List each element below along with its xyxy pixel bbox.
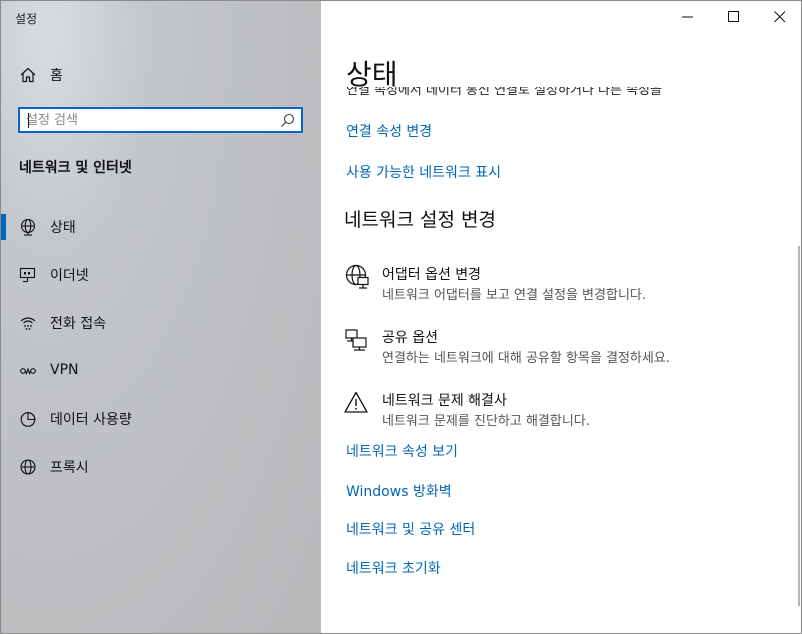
sidebar-item-proxy[interactable]: 프록시 [1, 448, 321, 484]
sidebar-item-ethernet[interactable]: 이더넷 [1, 256, 321, 292]
option-description: 네트워크 어댑터를 보고 연결 설정을 변경합니다. [382, 288, 646, 303]
sidebar-item-data-usage[interactable]: 데이터 사용량 [1, 400, 321, 436]
home-label: 홈 [50, 68, 63, 84]
minimize-button[interactable] [665, 1, 711, 33]
search-input[interactable] [26, 111, 276, 129]
scrollbar[interactable] [798, 246, 800, 606]
globe-icon [20, 459, 36, 475]
section-heading: 네트워크 설정 변경 [344, 209, 496, 231]
sidebar: 설정 홈 네트워크 및 인터넷 상태 [1, 1, 321, 633]
close-icon [774, 11, 786, 23]
sidebar-item-status[interactable]: 상태 [1, 208, 321, 244]
network-troubleshooter[interactable]: 네트워크 문제 해결사 네트워크 문제를 진단하고 해결합니다. [344, 390, 784, 436]
minimize-icon [682, 16, 693, 18]
change-connection-properties-link[interactable]: 연결 속성 변경 [346, 121, 432, 141]
text-caret [28, 113, 29, 128]
option-title: 네트워크 문제 해결사 [382, 393, 507, 409]
search-icon[interactable] [280, 113, 295, 128]
sidebar-item-label: 프록시 [50, 460, 89, 476]
home-nav-item[interactable]: 홈 [1, 61, 321, 89]
maximize-button[interactable] [711, 1, 757, 33]
sidebar-item-label: 데이터 사용량 [50, 412, 132, 428]
close-button[interactable] [757, 1, 801, 33]
main-content: 상태 연결 속성에서 데이터 통신 연결로 설정하거나 다른 속성을 변경할 수… [322, 1, 801, 633]
option-description: 연결하는 네트워크에 대해 공유할 항목을 결정하세요. [382, 351, 670, 366]
warning-icon [344, 391, 368, 413]
sidebar-item-label: 전화 접속 [50, 316, 106, 332]
network-sharing-center-link[interactable]: 네트워크 및 공유 센터 [346, 519, 475, 539]
change-adapter-options[interactable]: 어댑터 옵션 변경 네트워크 어댑터를 보고 연결 설정을 변경합니다. [344, 264, 784, 310]
sharing-options[interactable]: 공유 옵션 연결하는 네트워크에 대해 공유할 항목을 결정하세요. [344, 327, 784, 373]
sidebar-section-title: 네트워크 및 인터넷 [19, 160, 132, 176]
windows-firewall-link[interactable]: Windows 방화벽 [346, 481, 452, 501]
ethernet-icon [19, 267, 36, 283]
sidebar-item-label: 이더넷 [50, 268, 89, 284]
maximize-icon [728, 11, 739, 22]
active-indicator [1, 214, 6, 240]
cut-off-description-text: 연결 속성에서 데이터 통신 연결로 설정하거나 다른 속성을 변경할 수 있습… [346, 87, 662, 98]
home-icon [20, 67, 36, 83]
sidebar-item-label: 상태 [50, 220, 76, 236]
view-network-properties-link[interactable]: 네트워크 속성 보기 [346, 441, 458, 461]
sharing-icon [345, 329, 367, 351]
dial-up-icon [20, 317, 36, 330]
option-description: 네트워크 문제를 진단하고 해결합니다. [382, 414, 590, 429]
option-title: 어댑터 옵션 변경 [382, 267, 482, 283]
data-usage-icon [20, 412, 36, 427]
adapter-icon [345, 264, 369, 289]
cut-off-description: 연결 속성에서 데이터 통신 연결로 설정하거나 다른 속성을 변경할 수 있습… [346, 87, 676, 101]
option-title: 공유 옵션 [382, 330, 438, 346]
globe-network-icon [20, 218, 36, 236]
settings-window: 설정 홈 네트워크 및 인터넷 상태 [0, 0, 802, 634]
search-box[interactable] [18, 107, 303, 133]
network-reset-link[interactable]: 네트워크 초기화 [346, 558, 441, 578]
vpn-icon [20, 367, 36, 375]
show-available-networks-link[interactable]: 사용 가능한 네트워크 표시 [346, 162, 501, 182]
sidebar-item-label: VPN [50, 362, 79, 378]
sidebar-item-vpn[interactable]: VPN [1, 353, 321, 389]
sidebar-item-dial-up[interactable]: 전화 접속 [1, 304, 321, 340]
app-title: 설정 [15, 12, 38, 26]
